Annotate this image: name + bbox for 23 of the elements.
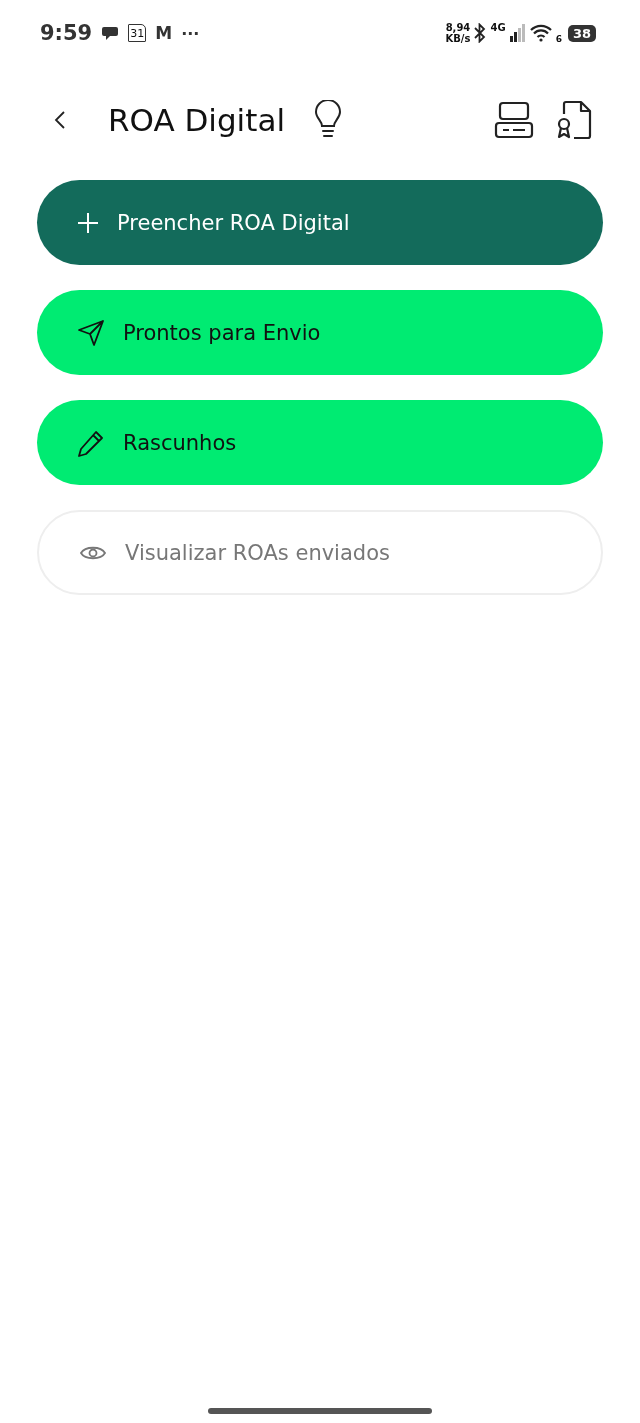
send-icon xyxy=(77,318,105,347)
action-button[interactable]: Rascunhos xyxy=(37,400,603,485)
action-button[interactable]: Prontos para Envio xyxy=(37,290,603,375)
calendar-icon: 31 xyxy=(128,24,147,42)
page-title: ROA Digital xyxy=(108,102,285,138)
card-reader-icon[interactable] xyxy=(494,101,534,139)
certificate-document-icon[interactable] xyxy=(556,100,592,140)
network-speed: 8,94 KB/s xyxy=(445,22,471,44)
action-button[interactable]: Visualizar ROAs enviados xyxy=(37,510,603,595)
network-type: 4G xyxy=(490,22,506,33)
bluetooth-icon xyxy=(474,23,487,43)
chat-icon xyxy=(101,25,120,41)
clock-time: 9:59 xyxy=(40,21,93,45)
battery-level: 38 xyxy=(567,24,596,42)
more-notifications: ··· xyxy=(181,23,200,43)
pencil-icon xyxy=(77,428,105,457)
wifi-number: 6 xyxy=(555,34,562,44)
lightbulb-icon[interactable] xyxy=(313,100,343,140)
mail-icon: M xyxy=(155,23,173,43)
plus-icon xyxy=(77,211,99,234)
action-button[interactable]: Preencher ROA Digital xyxy=(37,180,603,265)
wifi-icon xyxy=(529,24,552,42)
signal-icon xyxy=(509,24,526,42)
